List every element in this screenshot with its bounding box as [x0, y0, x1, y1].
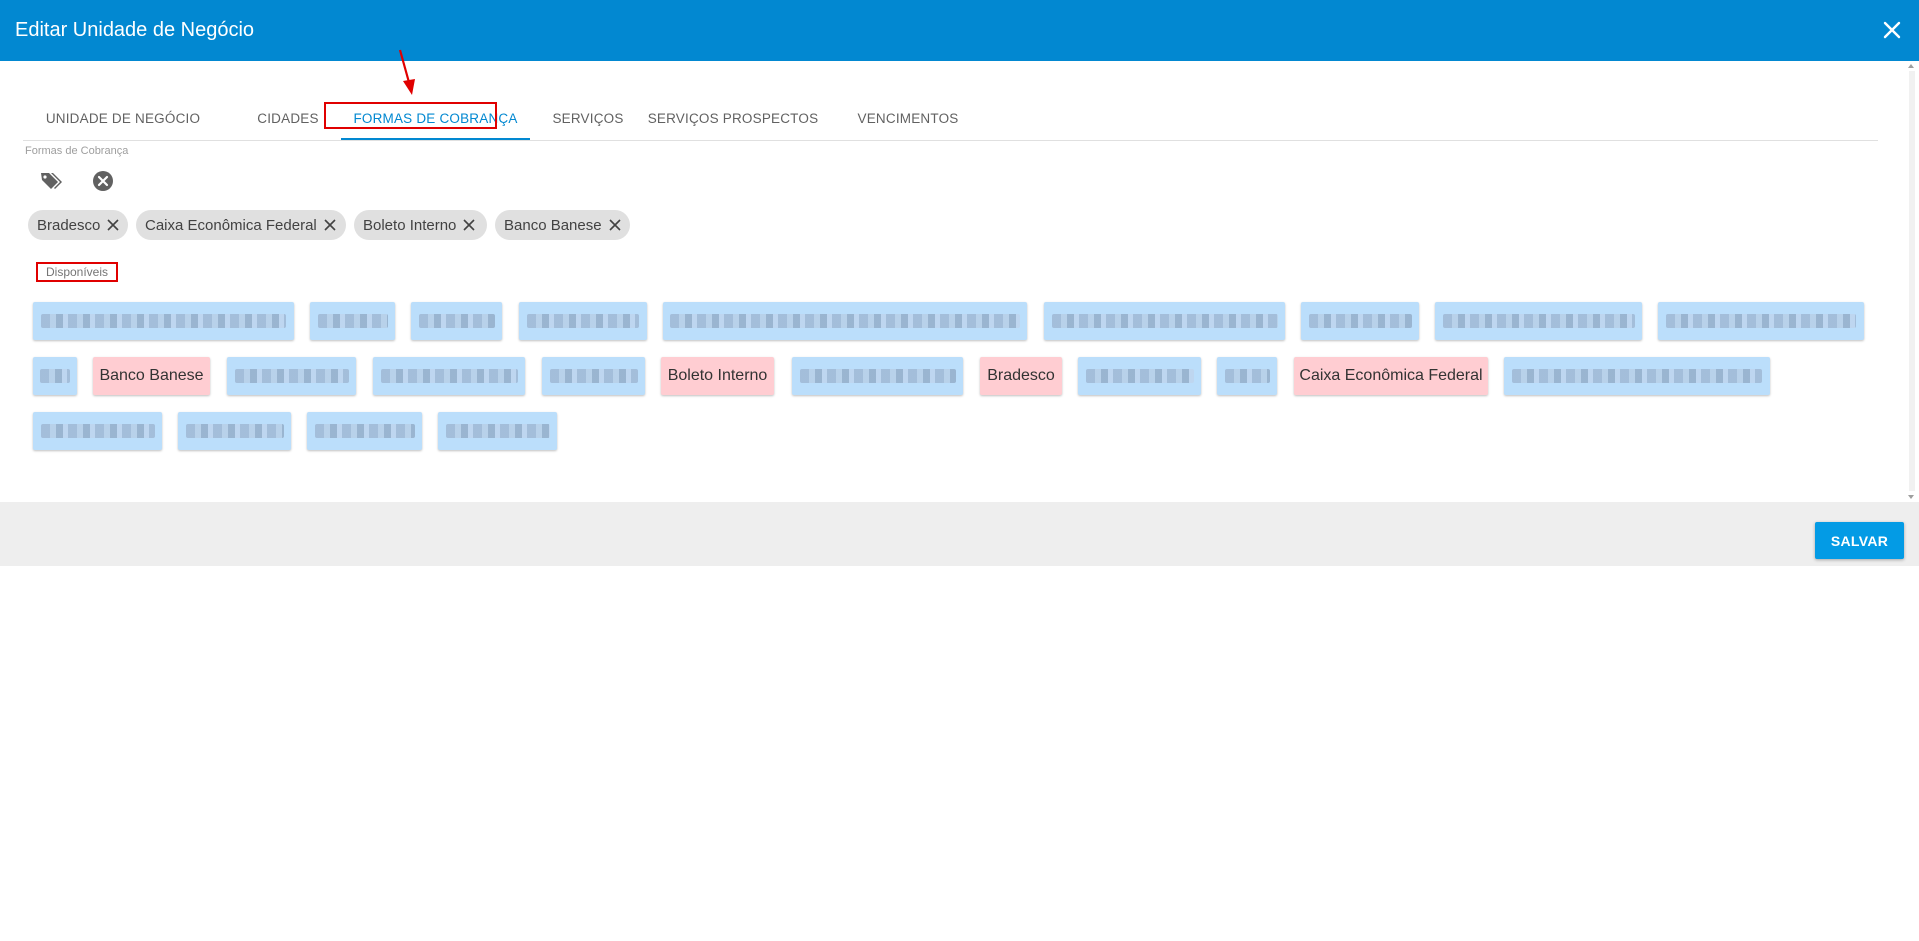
blurred-label — [799, 369, 956, 383]
blurred-label — [670, 314, 1020, 328]
available-tag[interactable] — [1435, 302, 1642, 340]
blurred-label — [418, 314, 495, 328]
tag-label: Banco Banese — [99, 367, 204, 384]
tab-servicos-prospectos[interactable]: SERVIÇOS PROSPECTOS — [628, 96, 838, 140]
scrollbar-thumb[interactable] — [1909, 71, 1915, 491]
blurred-label — [1051, 314, 1278, 328]
chip-remove-icon[interactable] — [107, 219, 119, 231]
available-tag-selected[interactable]: Caixa Econômica Federal — [1294, 357, 1488, 395]
blurred-label — [314, 424, 415, 438]
blurred-label — [40, 369, 70, 383]
tab-bar: UNIDADE DE NEGÓCIO CIDADES FORMAS DE COB… — [23, 96, 1878, 141]
available-tag-selected[interactable]: Banco Banese — [93, 357, 210, 395]
tab-vencimentos[interactable]: VENCIMENTOS — [828, 96, 988, 140]
blurred-label — [1442, 314, 1635, 328]
available-tag[interactable] — [1044, 302, 1285, 340]
available-tag[interactable] — [307, 412, 422, 450]
available-tag-selected[interactable]: Boleto Interno — [661, 357, 774, 395]
save-button[interactable]: SALVAR — [1815, 522, 1904, 559]
available-tag[interactable] — [1217, 357, 1277, 395]
available-tag[interactable] — [1078, 357, 1201, 395]
chip-remove-icon[interactable] — [609, 219, 621, 231]
close-icon[interactable] — [1879, 17, 1905, 43]
chip-label: Boleto Interno — [363, 216, 457, 234]
tag-label: Bradesco — [987, 367, 1055, 384]
available-tag[interactable] — [1504, 357, 1770, 395]
available-tag[interactable] — [227, 357, 356, 395]
vertical-scrollbar[interactable] — [1902, 61, 1919, 502]
available-tag[interactable] — [438, 412, 557, 450]
blurred-label — [41, 314, 286, 328]
available-tag[interactable] — [792, 357, 963, 395]
scroll-up-icon[interactable] — [1908, 64, 1914, 68]
selected-chip[interactable]: Banco Banese — [495, 210, 630, 240]
available-tag[interactable] — [178, 412, 291, 450]
dialog-header: Editar Unidade de Negócio — [0, 0, 1919, 61]
blurred-label — [185, 424, 284, 438]
scroll-down-icon[interactable] — [1908, 495, 1914, 499]
available-tag[interactable] — [519, 302, 647, 340]
chip-label: Bradesco — [37, 216, 101, 234]
blurred-label — [1085, 369, 1194, 383]
tab-unidade-de-negocio[interactable]: UNIDADE DE NEGÓCIO — [23, 96, 223, 140]
available-tag[interactable] — [373, 357, 525, 395]
available-tag[interactable] — [33, 357, 77, 395]
available-tag-selected[interactable]: Bradesco — [980, 357, 1062, 395]
dialog-title: Editar Unidade de Negócio — [15, 19, 255, 41]
chip-remove-icon[interactable] — [463, 219, 475, 231]
available-tag[interactable] — [542, 357, 645, 395]
blurred-label — [40, 424, 155, 438]
available-label: Disponíveis — [36, 262, 118, 282]
available-tag[interactable] — [1658, 302, 1864, 340]
field-label: Formas de Cobrança — [25, 145, 129, 157]
blurred-label — [234, 369, 349, 383]
chip-remove-icon[interactable] — [324, 219, 336, 231]
blurred-label — [317, 314, 388, 328]
blurred-label — [445, 424, 550, 438]
chip-label: Banco Banese — [504, 216, 602, 234]
clear-circle-icon[interactable] — [91, 169, 115, 193]
blurred-label — [1308, 314, 1412, 328]
available-tag[interactable] — [663, 302, 1027, 340]
tag-label: Caixa Econômica Federal — [1299, 367, 1483, 384]
tag-label: Boleto Interno — [667, 367, 768, 384]
available-tag[interactable] — [310, 302, 395, 340]
tab-highlight-box — [324, 102, 497, 129]
available-tag[interactable] — [411, 302, 502, 340]
blurred-label — [1666, 314, 1856, 328]
annotation-arrow — [398, 49, 415, 95]
selected-chip[interactable]: Bradesco — [28, 210, 128, 240]
blurred-label — [1224, 369, 1270, 383]
selected-chip[interactable]: Caixa Econômica Federal — [136, 210, 346, 240]
available-tag[interactable] — [33, 302, 294, 340]
available-tag[interactable] — [1301, 302, 1419, 340]
blurred-label — [380, 369, 518, 383]
selected-chip[interactable]: Boleto Interno — [354, 210, 487, 240]
available-tag[interactable] — [33, 412, 162, 450]
blurred-label — [1512, 369, 1762, 383]
dialog-footer — [0, 502, 1919, 566]
blurred-label — [527, 314, 639, 328]
tags-icon[interactable] — [39, 169, 63, 193]
chip-label: Caixa Econômica Federal — [145, 216, 317, 234]
blurred-label — [549, 369, 638, 383]
active-tab-indicator — [341, 138, 530, 140]
